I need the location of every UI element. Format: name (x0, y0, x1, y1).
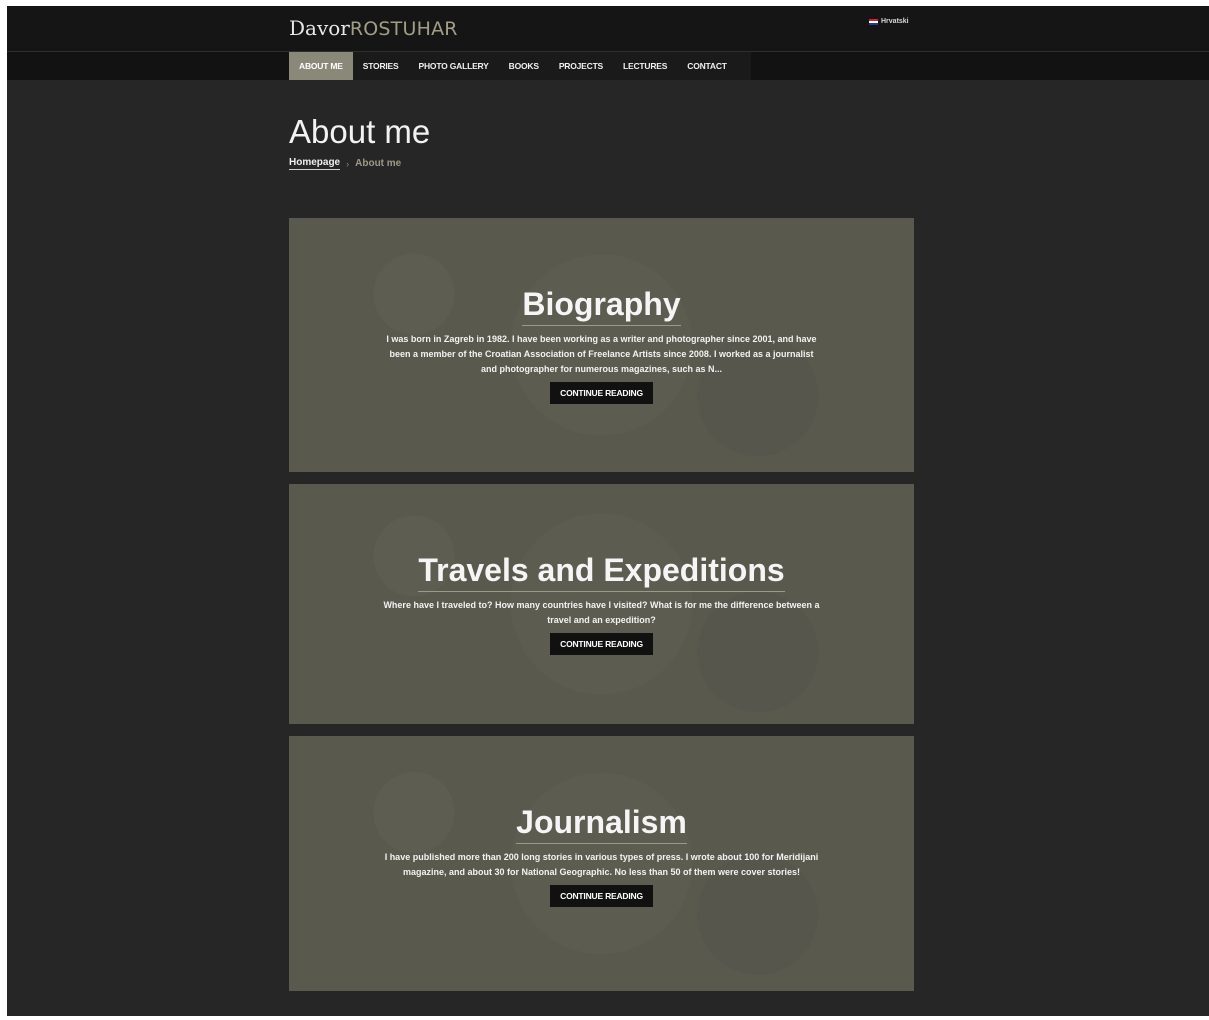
card-biography[interactable]: Biography I was born in Zagreb in 1982. … (289, 218, 914, 472)
continue-reading-button[interactable]: CONTINUE READING (550, 633, 653, 655)
continue-reading-button[interactable]: CONTINUE READING (550, 885, 653, 907)
main-nav: ABOUT ME STORIES PHOTO GALLERY BOOKS PRO… (289, 52, 751, 80)
breadcrumb: Homepage › About me (289, 157, 401, 170)
top-header: DavorROSTUHAR Hrvatski (7, 6, 1209, 51)
language-switcher[interactable]: Hrvatski (869, 18, 909, 25)
breadcrumb-separator: › (346, 158, 350, 169)
nav-item-stories[interactable]: STORIES (353, 52, 409, 80)
breadcrumb-current: About me (355, 158, 402, 169)
breadcrumb-home-link[interactable]: Homepage (289, 157, 341, 170)
continue-reading-button[interactable]: CONTINUE READING (550, 382, 653, 404)
nav-item-projects[interactable]: PROJECTS (549, 52, 613, 80)
page-viewport: DavorROSTUHAR Hrvatski ABOUT ME STORIES … (7, 6, 1209, 1016)
nav-item-about-me[interactable]: ABOUT ME (289, 52, 353, 80)
nav-item-photo-gallery[interactable]: PHOTO GALLERY (409, 52, 499, 80)
card-title: Travels and Expeditions (418, 551, 785, 592)
card-text: Where have I traveled to? How many count… (383, 600, 820, 625)
card-journalism[interactable]: Journalism I have published more than 20… (289, 736, 914, 991)
logo-last-name: ROSTUHAR (349, 18, 458, 40)
site-logo[interactable]: DavorROSTUHAR (289, 14, 458, 43)
main-navbar: ABOUT ME STORIES PHOTO GALLERY BOOKS PRO… (7, 51, 1209, 80)
nav-item-books[interactable]: BOOKS (499, 52, 549, 80)
nav-item-contact[interactable]: CONTACT (677, 52, 737, 80)
logo-first-name: Davor (289, 16, 350, 40)
croatia-flag-icon (869, 18, 878, 25)
language-label: Hrvatski (881, 18, 909, 25)
card-title: Biography (522, 285, 681, 326)
nav-item-lectures[interactable]: LECTURES (613, 52, 677, 80)
card-text: I have published more than 200 long stor… (384, 852, 819, 877)
card-text: I was born in Zagreb in 1982. I have bee… (386, 334, 817, 374)
page-title: About me (289, 113, 431, 150)
card-travels[interactable]: Travels and Expeditions Where have I tra… (289, 484, 914, 724)
card-title: Journalism (516, 803, 687, 844)
